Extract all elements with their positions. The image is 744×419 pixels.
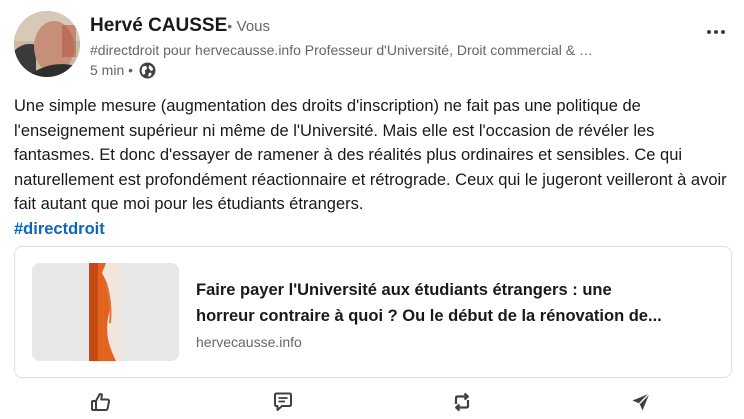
link-title-line-2: horreur contraire à quoi ? Ou le début d… [196, 307, 662, 325]
link-thumbnail[interactable] [32, 263, 179, 361]
author-name-line: Hervé CAUSSE• Vous [90, 14, 690, 38]
repost-icon [450, 390, 474, 414]
link-title-line-1: Faire payer l'Université aux étudiants é… [196, 281, 612, 299]
avatar[interactable] [14, 11, 80, 77]
more-options-button[interactable] [702, 22, 730, 42]
more-dot-icon [721, 30, 725, 34]
post-meta: 5 min • [90, 60, 690, 80]
separator-dot: • [227, 18, 233, 34]
like-icon [89, 390, 113, 414]
post-timestamp: 5 min • [90, 62, 134, 78]
action-bar [0, 388, 744, 416]
hashtag-link[interactable]: #directdroit [14, 217, 732, 242]
repost-button[interactable] [450, 390, 474, 414]
link-domain: hervecausse.info [196, 334, 302, 350]
send-button[interactable] [629, 390, 653, 414]
post-header: Hervé CAUSSE• Vous #directdroit pour her… [14, 10, 730, 82]
post-body: Une simple mesure (augmentation des droi… [14, 94, 732, 241]
link-title[interactable]: Faire payer l'Université aux étudiants é… [196, 277, 726, 329]
author-headline: #directdroit pour hervecausse.info Profe… [90, 42, 593, 58]
comment-button[interactable] [271, 390, 295, 414]
globe-icon [139, 62, 156, 79]
more-dot-icon [707, 30, 711, 34]
comment-icon [271, 390, 295, 414]
author-block: Hervé CAUSSE• Vous #directdroit pour her… [90, 14, 690, 80]
author-name[interactable]: Hervé CAUSSE [90, 15, 227, 36]
like-button[interactable] [89, 390, 113, 414]
connection-degree: Vous [236, 18, 271, 35]
link-preview-card[interactable]: Faire payer l'Université aux étudiants é… [14, 246, 732, 378]
more-dot-icon [714, 30, 718, 34]
send-icon [629, 390, 653, 414]
post-body-text: Une simple mesure (augmentation des droi… [14, 97, 727, 213]
